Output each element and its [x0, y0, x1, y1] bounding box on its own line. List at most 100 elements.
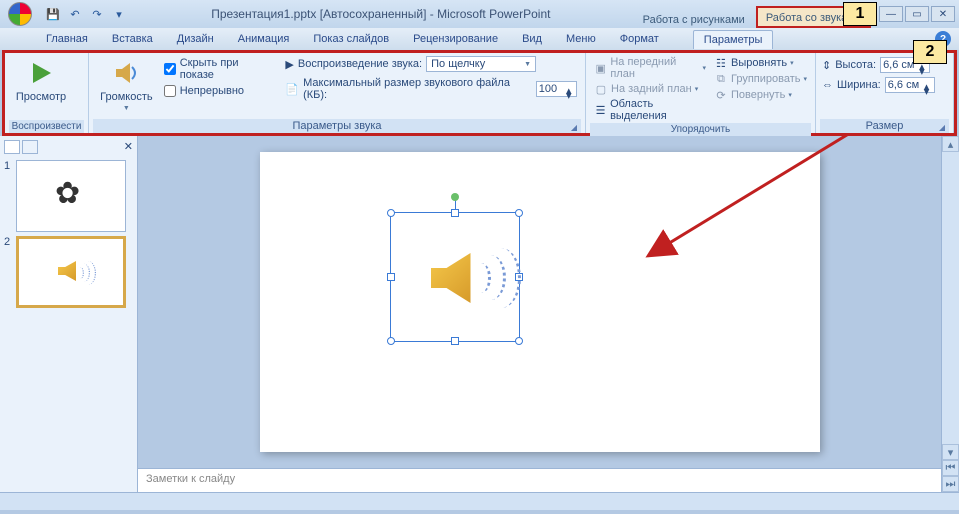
- window-controls: — ▭ ✕: [879, 6, 955, 22]
- tab-picture-tools[interactable]: Работа с рисунками: [634, 9, 754, 28]
- playback-dropdown[interactable]: По щелчку ▼: [426, 56, 536, 72]
- slide-number-2: 2: [4, 236, 14, 308]
- annotation-callout-1: 1: [843, 2, 877, 26]
- dialog-launcher-icon[interactable]: ◢: [937, 122, 947, 132]
- spin-down-icon[interactable]: ▾: [919, 65, 927, 70]
- send-back-icon: ▢: [594, 82, 608, 96]
- tab-animation[interactable]: Анимация: [228, 30, 300, 48]
- slide-panel: ✕ 1 2: [0, 136, 138, 492]
- redo-button[interactable]: ↷: [88, 5, 106, 23]
- tab-view[interactable]: Вид: [512, 30, 552, 48]
- prev-slide-button[interactable]: ⏮: [942, 460, 959, 476]
- flower-icon: [51, 176, 91, 216]
- slide-canvas-wrap: [138, 136, 941, 468]
- spin-down-icon[interactable]: ▾: [924, 85, 932, 90]
- vertical-scrollbar[interactable]: ▴ ▾ ⏮ ⏭: [941, 136, 959, 492]
- quick-access-toolbar: 💾 ↶ ↷ ▾: [44, 5, 128, 23]
- slideshow-icon: ▶: [285, 58, 293, 71]
- volume-icon: [110, 57, 142, 89]
- align-icon: ☷: [714, 56, 728, 70]
- panel-close-icon[interactable]: ✕: [124, 140, 133, 154]
- group-play-title: Воспроизвести: [9, 120, 84, 133]
- selection-pane-button[interactable]: ☰Область выделения: [590, 97, 710, 123]
- thumbnail-1-row: 1: [4, 160, 133, 232]
- bring-front-icon: ▣: [594, 61, 607, 75]
- bring-to-front-button[interactable]: ▣На передний план▾: [590, 55, 710, 81]
- chevron-down-icon: ▾: [788, 91, 792, 99]
- save-button[interactable]: 💾: [44, 5, 62, 23]
- outline-tab[interactable]: [22, 140, 38, 154]
- slide-editor: Заметки к слайду: [138, 136, 941, 492]
- width-label: Ширина:: [837, 79, 881, 91]
- loop-checkbox[interactable]: Непрерывно: [160, 83, 278, 99]
- dialog-launcher-icon[interactable]: ◢: [569, 122, 579, 132]
- restore-button[interactable]: ▭: [905, 6, 929, 22]
- chevron-down-icon: ▾: [702, 64, 706, 72]
- selected-object[interactable]: [390, 212, 520, 342]
- send-to-back-button[interactable]: ▢На задний план▾: [590, 81, 710, 97]
- minimize-button[interactable]: —: [879, 6, 903, 22]
- chevron-down-icon: ▼: [524, 61, 531, 68]
- tab-design[interactable]: Дизайн: [167, 30, 224, 48]
- resize-handle[interactable]: [387, 209, 395, 217]
- max-size-label: Максимальный размер звукового файла (КБ)…: [303, 77, 532, 101]
- loop-checkbox-input[interactable]: [164, 85, 176, 97]
- resize-handle[interactable]: [515, 337, 523, 345]
- slides-tab[interactable]: [4, 140, 20, 154]
- loop-checkbox-label: Непрерывно: [180, 85, 244, 97]
- resize-handle[interactable]: [451, 209, 459, 217]
- tab-slideshow[interactable]: Показ слайдов: [303, 30, 399, 48]
- bring-front-label: На передний план: [610, 56, 699, 80]
- next-slide-button[interactable]: ⏭: [942, 476, 959, 492]
- max-size-row: 📄 Максимальный размер звукового файла (К…: [281, 76, 581, 102]
- undo-button[interactable]: ↶: [66, 5, 84, 23]
- chevron-down-icon: ▾: [803, 75, 807, 83]
- width-value: 6,6 см: [888, 79, 919, 91]
- group-button[interactable]: ⧉Группировать▾: [710, 71, 811, 87]
- align-button[interactable]: ☷Выровнять▾: [710, 55, 811, 71]
- hide-checkbox-label: Скрыть при показе: [180, 57, 274, 81]
- office-button[interactable]: [2, 0, 38, 28]
- resize-handle[interactable]: [387, 337, 395, 345]
- resize-handle[interactable]: [451, 337, 459, 345]
- selection-pane-icon: ☰: [594, 103, 607, 117]
- rotate-icon: ⟳: [714, 88, 728, 102]
- slide-thumbnail-1[interactable]: [16, 160, 126, 232]
- close-button[interactable]: ✕: [931, 6, 955, 22]
- group-arrange: ▣На передний план▾ ▢На задний план▾ ☰Обл…: [586, 53, 816, 133]
- slide-canvas[interactable]: [260, 152, 820, 452]
- resize-handle[interactable]: [387, 273, 395, 281]
- tab-format[interactable]: Формат: [610, 30, 669, 48]
- notes-placeholder: Заметки к слайду: [146, 473, 235, 485]
- tab-review[interactable]: Рецензирование: [403, 30, 508, 48]
- tab-parameters[interactable]: Параметры: [693, 30, 774, 49]
- playback-label: Воспроизведение звука:: [298, 58, 422, 70]
- notes-pane[interactable]: Заметки к слайду: [138, 468, 941, 492]
- chevron-down-icon: ▾: [695, 85, 699, 93]
- qat-customize-button[interactable]: ▾: [110, 5, 128, 23]
- ribbon-tabs: Главная Вставка Дизайн Анимация Показ сл…: [0, 28, 959, 50]
- width-spinner[interactable]: 6,6 см ▴▾: [885, 77, 935, 93]
- volume-button[interactable]: Громкость ▼: [93, 55, 160, 114]
- spin-down-icon[interactable]: ▾: [566, 89, 574, 94]
- hide-during-show-checkbox[interactable]: Скрыть при показе: [160, 55, 278, 83]
- slide-thumbnail-2[interactable]: [16, 236, 126, 308]
- tab-home[interactable]: Главная: [36, 30, 98, 48]
- width-row: ⇔ Ширина: 6,6 см ▴▾: [820, 75, 937, 95]
- hide-checkbox-input[interactable]: [164, 63, 176, 75]
- rotate-button[interactable]: ⟳Повернуть▾: [710, 87, 811, 103]
- scroll-down-button[interactable]: ▾: [942, 444, 959, 460]
- align-label: Выровнять: [731, 57, 787, 69]
- group-play: Просмотр Воспроизвести: [5, 53, 89, 133]
- height-icon: ⇕: [822, 59, 831, 72]
- width-icon: ⇔: [822, 79, 833, 91]
- tab-menu[interactable]: Меню: [556, 30, 606, 48]
- scroll-up-button[interactable]: ▴: [942, 136, 959, 152]
- rotation-handle[interactable]: [451, 193, 459, 201]
- rotate-label: Повернуть: [731, 89, 785, 101]
- resize-handle[interactable]: [515, 209, 523, 217]
- preview-button[interactable]: Просмотр: [9, 55, 73, 105]
- filesize-icon: 📄: [285, 83, 299, 96]
- tab-insert[interactable]: Вставка: [102, 30, 163, 48]
- max-size-spinner[interactable]: 100 ▴▾: [536, 81, 577, 97]
